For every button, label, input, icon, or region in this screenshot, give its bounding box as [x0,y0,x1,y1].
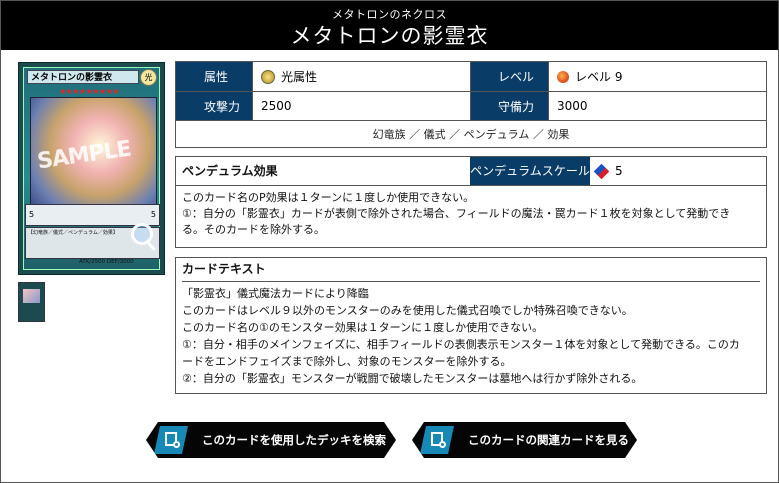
pendulum-scale-number: 5 [615,164,623,178]
card-info-table: 属性 光属性 レベル レベル 9 攻撃力 2500 守備力 3000 幻竜族 ／… [175,61,767,148]
pendulum-scale-value: 5 [593,157,623,185]
level-value: レベル 9 [548,62,766,91]
card-scale-right: 5 [150,210,156,219]
search-icon [420,426,454,454]
pendulum-effect-text: このカード名のP効果は１ターンに１度しか使用できない。 ①：自分の「影霊衣」カー… [182,190,760,238]
search-icon [154,426,188,454]
pendulum-effect-label: ペンデュラム効果 [182,164,278,178]
attribute-label: 属性 [176,62,252,91]
pendulum-line: ①：自分の「影霊衣」カードが表側で除外された場合、フィールドの魔法・罠カード１枚… [182,207,731,220]
light-attribute-icon [261,69,275,84]
card-attribute-icon: 光 [140,69,157,86]
card-types: 幻竜族 ／ 儀式 ／ ペンデュラム ／ 効果 [372,127,570,141]
page-header: メタトロンのネクロス メタトロンの影霊衣 [1,1,778,50]
zoom-icon[interactable] [131,223,153,245]
pendulum-header: ペンデュラム効果 ペンデュラムスケール 5 [176,157,766,186]
card-text-line: このカードはレベル９以外のモンスターのみを使用した儀式召喚でしか特殊召喚できない… [182,304,633,317]
deck-search-label: このカードを使用したデッキを検索 [202,433,386,447]
atk-value: 2500 [252,92,470,120]
related-cards-button[interactable]: このカードの関連カードを見る [412,422,637,458]
card-image-name: メタトロンの影霊衣 [27,70,139,84]
card-text-box: カードテキスト 「影霊衣」儀式魔法カードにより降臨 このカードはレベル９以外のモ… [175,257,767,394]
card-thumbnail[interactable] [18,282,45,322]
card-image[interactable]: メタトロンの影霊衣 光 ★★★★★★★★★ SAMPLE 5 5 【幻竜族／儀式… [18,62,165,275]
attribute-value: 光属性 [252,62,470,91]
attribute-value-text: 光属性 [281,70,318,84]
pendulum-line: このカード名のP効果は１ターンに１度しか使用できない。 [182,191,475,204]
level-stars: ★★★★★★★★★ [59,87,120,96]
pendulum-effect-box: ペンデュラム効果 ペンデュラムスケール 5 このカード名のP効果は１ターンに１度… [175,156,767,248]
level-icon [557,70,569,83]
def-label: 守備力 [470,92,548,120]
card-text-line: 「影霊衣」儀式魔法カードにより降臨 [182,287,369,300]
card-detail-frame: メタトロンのネクロス メタトロンの影霊衣 メタトロンの影霊衣 光 ★★★★★★★… [0,0,779,483]
deck-search-button[interactable]: このカードを使用したデッキを検索 [146,422,396,458]
column-divider [470,62,471,120]
pendulum-scale-icon [593,163,610,179]
card-text-body: 「影霊衣」儀式魔法カードにより降臨 このカードはレベル９以外のモンスターのみを使… [182,285,760,387]
pendulum-line: る。そのカードを除外する。 [182,223,325,236]
level-label: レベル [470,62,548,91]
related-cards-label: このカードの関連カードを見る [468,433,629,447]
card-text-label: カードテキスト [182,258,760,282]
card-text-line: ①：自分・相手のメインフェイズに、相手フィールドの表側表示モンスター１体を対象と… [182,338,740,351]
card-text-line: ードをエンドフェイズまで除外し、対象のモンスターを除外する。 [182,355,512,368]
level-value-text: レベル 9 [575,70,623,84]
card-text-line: このカード名の①のモンスター効果は１ターンに１度しか使用できない。 [182,321,544,334]
card-scale-left: 5 [29,210,35,219]
card-text-line: ②：自分の「影霊衣」モンスターが戦闘で破壊したモンスターは墓地へは行かず除外され… [182,372,643,385]
page-title: メタトロンの影霊衣 [290,24,489,48]
atk-label: 攻撃力 [176,92,252,120]
card-stats: ATK/2500 DEF/3000 [79,259,134,265]
def-value: 3000 [548,92,766,120]
pendulum-scale-label: ペンデュラムスケール [470,157,590,185]
